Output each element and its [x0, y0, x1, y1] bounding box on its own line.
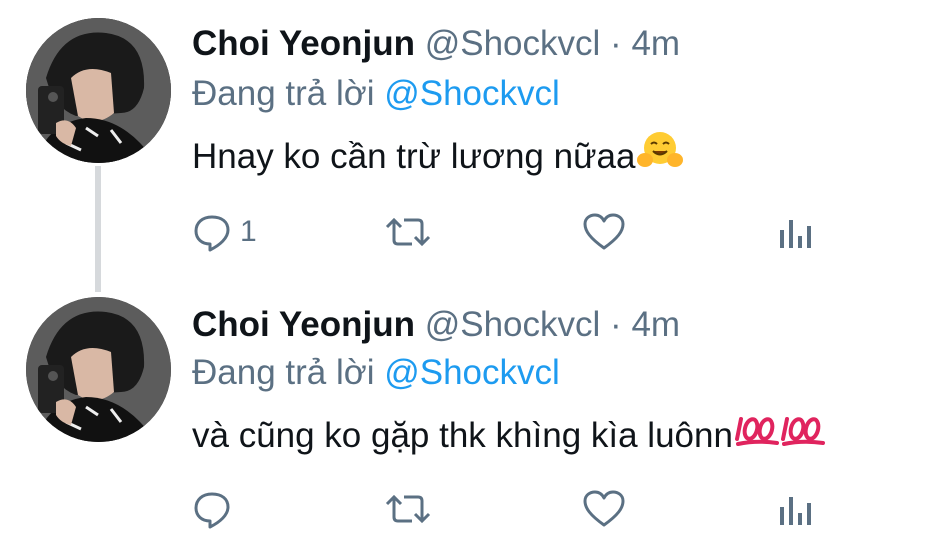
author-handle[interactable]: @Shockvcl [425, 305, 601, 344]
reply-button[interactable] [192, 485, 240, 533]
tweet-text-content: và cũng ko gặp thk khìng kìa luônn [192, 415, 733, 455]
analytics-button[interactable] [776, 208, 816, 256]
analytics-icon [780, 220, 811, 248]
avatar[interactable] [26, 297, 171, 442]
tweet-actions: 1 [192, 208, 832, 256]
hugging-face-emoji-icon [637, 130, 684, 179]
tweet-header: Choi Yeonjun @Shockvcl · 4m [192, 305, 680, 345]
heart-icon [583, 490, 625, 527]
replying-to: Đang trả lời @Shockvcl [192, 353, 560, 393]
like-button[interactable] [582, 208, 626, 256]
tweet[interactable]: Choi Yeonjun @Shockvcl · 4m Đang trả lời… [0, 285, 926, 529]
timestamp[interactable]: 4m [631, 24, 680, 63]
reply-mention-link[interactable]: @Shockvcl [384, 74, 560, 113]
heart-icon [583, 213, 625, 250]
separator: · [610, 24, 622, 63]
replying-to-label: Đang trả lời [192, 74, 375, 113]
reply-icon [194, 215, 230, 252]
reply-mention-link[interactable]: @Shockvcl [384, 353, 560, 392]
timestamp[interactable]: 4m [631, 305, 680, 344]
avatar[interactable] [26, 18, 171, 163]
reply-count: 1 [240, 215, 257, 248]
analytics-button[interactable] [776, 485, 816, 533]
thread-line [95, 166, 101, 292]
tweet-header: Choi Yeonjun @Shockvcl · 4m [192, 24, 680, 64]
tweet[interactable]: Choi Yeonjun @Shockvcl · 4m Đang trả lời… [0, 0, 926, 292]
tweet-actions [192, 485, 832, 533]
tweet-text: và cũng ko gặp thk khìng kìa luônn [192, 413, 827, 462]
separator: · [610, 305, 622, 344]
retweet-icon [385, 494, 431, 524]
tweet-text: Hnay ko cần trừ lương nữaa [192, 132, 684, 183]
tweet-text-content: Hnay ko cần trừ lương nữaa [192, 136, 636, 176]
author-handle[interactable]: @Shockvcl [425, 24, 601, 63]
retweet-icon [385, 217, 431, 247]
analytics-icon [780, 497, 811, 525]
reply-button[interactable]: 1 [192, 208, 257, 256]
like-button[interactable] [582, 485, 626, 533]
replying-to-label: Đang trả lời [192, 353, 375, 392]
replying-to: Đang trả lời @Shockvcl [192, 74, 560, 114]
retweet-button[interactable] [384, 485, 432, 533]
reply-icon [194, 492, 230, 529]
author-name[interactable]: Choi Yeonjun [192, 24, 415, 63]
retweet-button[interactable] [384, 208, 432, 256]
hundred-points-icon [734, 409, 827, 458]
author-name[interactable]: Choi Yeonjun [192, 305, 415, 344]
